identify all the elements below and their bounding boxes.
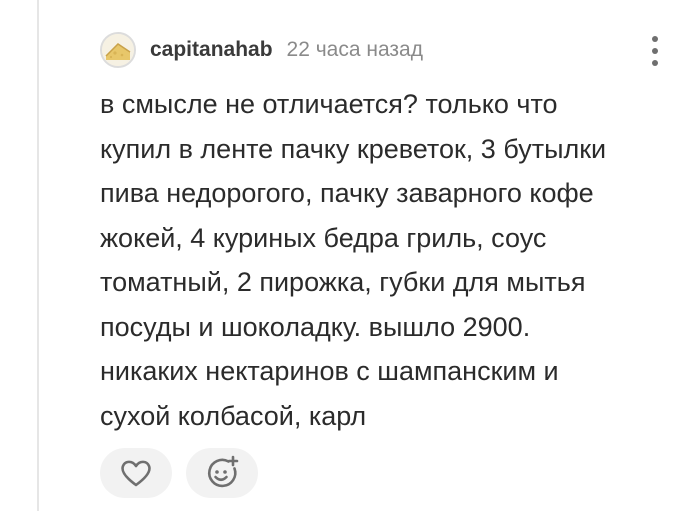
- comment-line: сухой колбасой, карл: [100, 400, 367, 431]
- comment-line: купил в ленте пачку креветок, 3 бутылки: [100, 133, 607, 164]
- comment-line: никаких нектаринов с шампанским и: [100, 356, 559, 386]
- timestamp: 22 часа назад: [286, 38, 423, 61]
- comment-line: пива недорогого, пачку заварного кофе: [100, 178, 594, 208]
- avatar-image: [102, 34, 134, 66]
- username[interactable]: capitanahab: [150, 38, 273, 62]
- more-dot: [652, 48, 658, 54]
- comment-line: жокей, 4 куриных бедра гриль, соус: [100, 222, 547, 253]
- comment-actions: [100, 448, 258, 498]
- comment-header: capitanahab 22 часа назад: [100, 30, 680, 70]
- avatar[interactable]: [100, 32, 136, 68]
- comment-body: в смысле не отличается? только что купил …: [100, 82, 680, 438]
- comment-line: посуды и шоколадку. вышло 2900.: [100, 311, 531, 342]
- comment: capitanahab 22 часа назад в смысле не от…: [100, 30, 680, 438]
- heart-icon: [121, 460, 151, 487]
- comment-line: в смысле не отличается? только что: [100, 89, 558, 119]
- more-dot: [652, 60, 658, 66]
- thread-line: [37, 0, 39, 511]
- like-button[interactable]: [100, 448, 172, 498]
- more-vertical-icon[interactable]: [646, 36, 664, 66]
- more-dot: [652, 36, 658, 42]
- smile-add-icon: [208, 455, 239, 488]
- react-button[interactable]: [186, 448, 258, 498]
- comment-line: томатный, 2 пирожка, губки для мытья: [100, 267, 586, 297]
